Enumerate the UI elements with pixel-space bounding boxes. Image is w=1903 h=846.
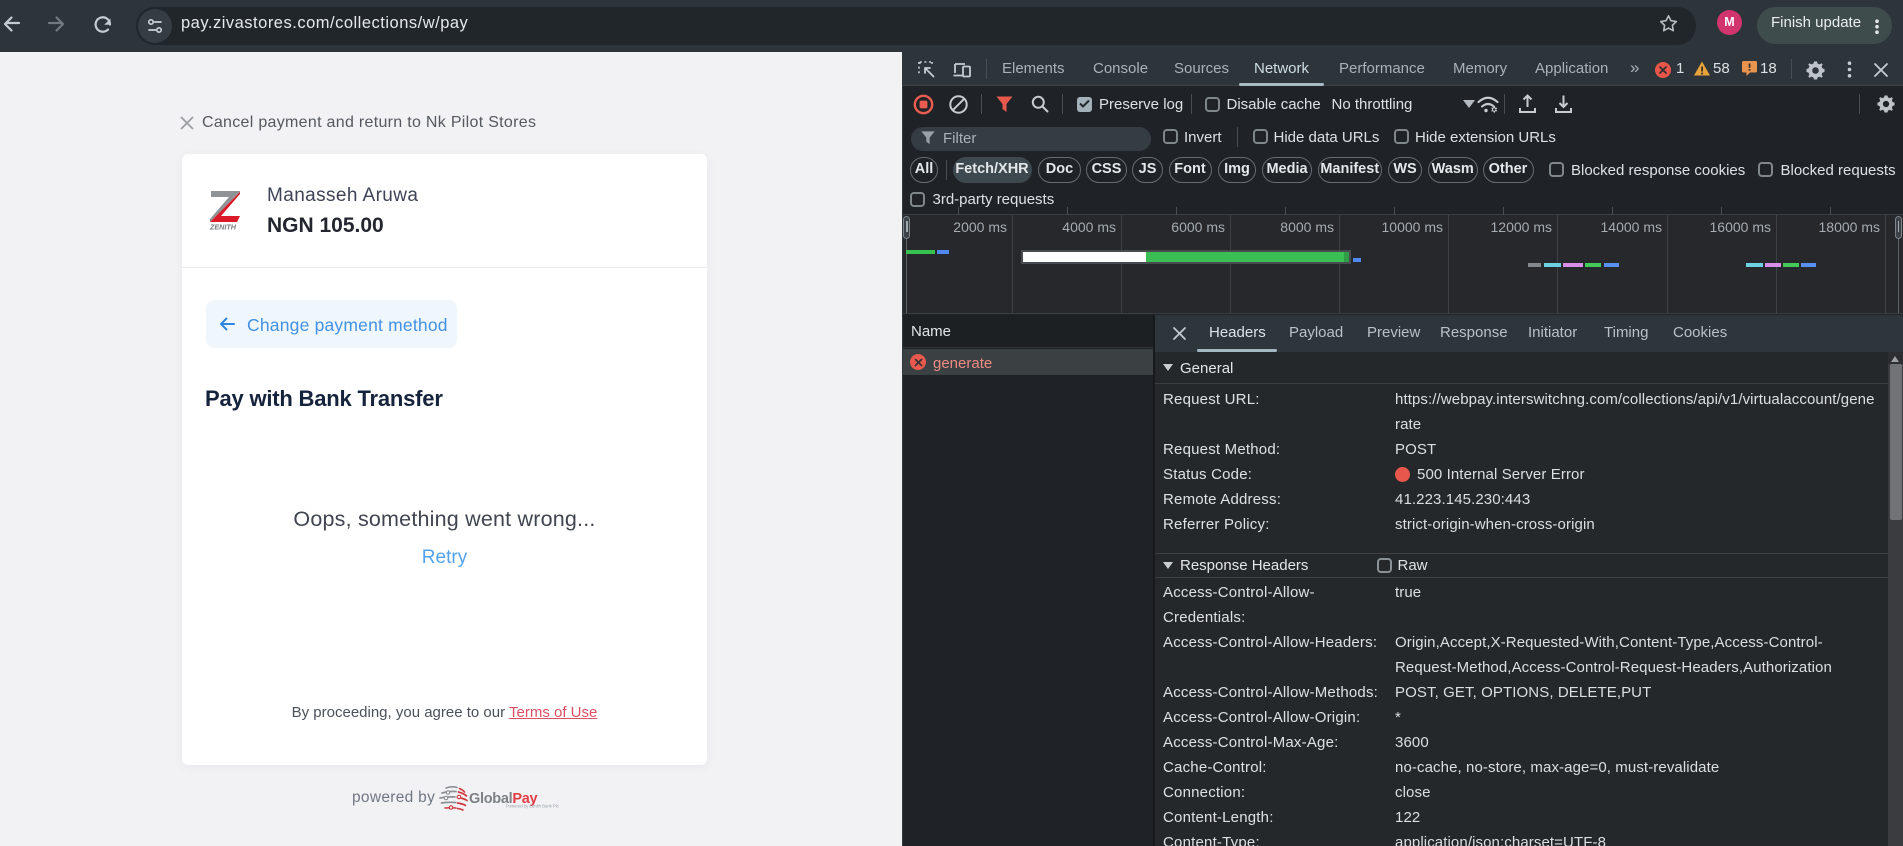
- svg-text:ZENITH: ZENITH: [209, 223, 237, 231]
